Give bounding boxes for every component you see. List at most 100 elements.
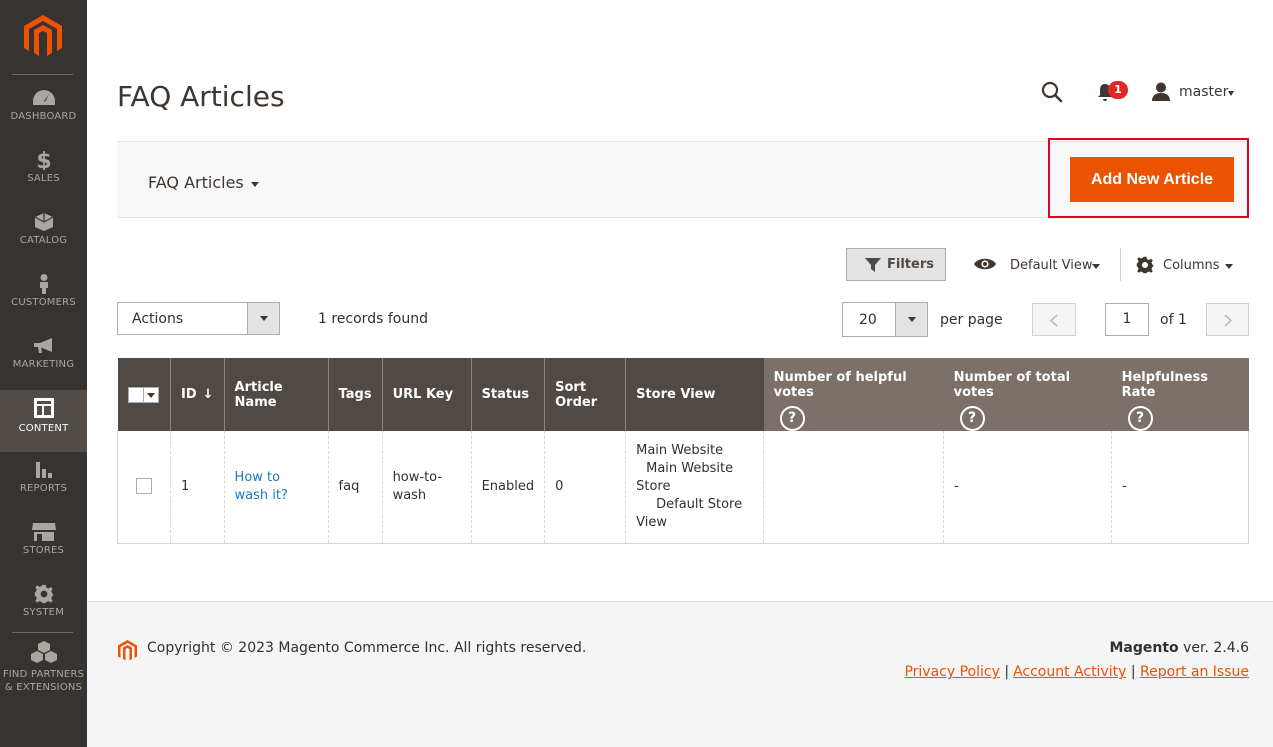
sidebar-item-customers[interactable]: CUSTOMERS [0,274,87,336]
previous-page-button[interactable] [1032,303,1076,336]
account-activity-link[interactable]: Account Activity [1013,664,1126,680]
cell-id: 1 [170,431,225,544]
layout-icon [33,398,54,418]
eye-icon[interactable] [973,257,997,271]
user-menu-name[interactable]: master [1179,84,1228,100]
dropdown-toggle[interactable] [895,303,927,336]
chevron-down-icon [146,392,155,398]
sidebar-item-label: & EXTENSIONS [4,682,83,693]
column-header-id[interactable]: ID ↓ [170,358,225,431]
sidebar-divider [12,632,73,633]
boxes-icon [30,641,57,663]
column-header-sort-order[interactable]: Sort Order [544,358,626,431]
grid-header-row: ID ↓ Article Name Tags URL Key Status Sor… [117,358,1249,431]
gear-icon [34,584,53,604]
gear-icon[interactable] [1136,256,1154,274]
magento-logo [118,640,137,661]
cell-helpful-votes [763,431,944,544]
page-footer: Copyright © 2023 Magento Commerce Inc. A… [87,601,1273,747]
page-total: of 1 [1160,312,1187,328]
filters-label: Filters [887,257,934,272]
cell-helpfulness-rate: - [1111,431,1249,544]
dashboard-icon [32,90,55,105]
sidebar-item-sales[interactable]: $ SALES [0,150,87,212]
cell-tags: faq [327,431,383,544]
chevron-down-icon[interactable] [1225,264,1233,269]
svg-text:$: $ [36,150,51,170]
column-header-total-votes: Number of total votes ? [943,358,1112,431]
sidebar-item-content[interactable]: CONTENT [0,390,87,452]
cube-icon [34,213,53,231]
column-header-label: Number of total votes [953,370,1071,400]
column-header-label: Helpfulness Rate [1121,370,1208,400]
faq-articles-grid: ID ↓ Article Name Tags URL Key Status Sor… [117,358,1249,544]
megaphone-icon [33,338,52,353]
sidebar-item-dashboard[interactable]: DASHBOARD [0,88,87,150]
column-header-helpful-votes: Number of helpful votes ? [763,358,944,431]
filter-icon [865,258,881,272]
store-switcher[interactable]: FAQ Articles [148,173,244,192]
column-header-tags[interactable]: Tags [327,358,383,431]
default-view-dropdown[interactable]: Default View [1010,258,1092,273]
column-header-store-view[interactable]: Store View [625,358,764,431]
sidebar-item-marketing[interactable]: MARKETING [0,336,87,398]
help-icon[interactable]: ? [959,406,985,431]
cell-store-view: Main Website Main Website Store Default … [625,431,764,544]
per-page-value: 20 [859,312,877,328]
sidebar-item-system[interactable]: SYSTEM [0,584,87,646]
user-icon[interactable] [1151,82,1171,102]
filters-button[interactable]: Filters [846,248,946,281]
sidebar-item-label: CONTENT [18,423,69,434]
dropdown-toggle[interactable] [247,303,279,334]
page-number-input[interactable]: 1 [1105,303,1149,336]
report-issue-link[interactable]: Report an Issue [1140,664,1249,680]
row-select-cell [117,431,171,544]
column-header-status[interactable]: Status [470,358,545,431]
sidebar-item-reports[interactable]: REPORTS [0,460,87,522]
cell-article-name: How to wash it? [223,431,329,544]
store-view-storeview: Default Store View [636,496,743,530]
page-title: FAQ Articles [117,80,285,113]
store-icon [31,523,56,541]
help-icon[interactable]: ? [1127,406,1153,431]
notification-count-badge[interactable]: 1 [1108,81,1128,99]
cell-url-key: how-to-wash [381,431,472,544]
article-name-link[interactable]: How to wash it? [235,470,288,503]
mass-select-checkbox[interactable] [127,386,159,403]
footer-links: Privacy Policy | Account Activity | Repor… [904,664,1249,680]
table-row[interactable]: 1 How to wash it? faq how-to-wash Enable… [117,431,1249,544]
privacy-policy-link[interactable]: Privacy Policy [904,664,999,680]
columns-dropdown[interactable]: Columns [1163,258,1220,273]
chevron-down-icon[interactable] [1092,264,1100,269]
mass-select-header [117,358,171,431]
next-page-button[interactable] [1206,303,1249,336]
column-header-article-name[interactable]: Article Name [223,358,329,431]
sort-arrow-icon: ↓ [202,387,214,402]
records-found-count: 1 records found [318,311,428,327]
add-new-article-button[interactable]: Add New Article [1070,157,1234,202]
mass-actions-label: Actions [132,311,184,327]
cell-total-votes: - [943,431,1112,544]
sidebar-item-label: SALES [27,173,60,184]
person-icon [39,274,48,294]
store-view-store: Main Website Store [636,460,734,494]
cell-sort-order: 0 [544,431,626,544]
brand-name: Magento [1109,640,1179,656]
sidebar-item-stores[interactable]: STORES [0,522,87,584]
per-page-select[interactable]: 20 [842,302,928,337]
sidebar-item-label: MARKETING [12,359,75,370]
sidebar-item-partners[interactable]: FIND PARTNERS & EXTENSIONS [0,640,87,694]
search-icon[interactable] [1041,81,1063,103]
sidebar-item-catalog[interactable]: CATALOG [0,212,87,274]
toolbar-divider [1120,248,1121,281]
per-page-label: per page [940,312,1003,328]
row-checkbox[interactable] [136,478,152,495]
column-header-helpfulness-rate: Helpfulness Rate ? [1111,358,1249,431]
chevron-down-icon[interactable] [251,182,259,187]
magento-logo[interactable] [24,15,62,59]
column-header-url-key[interactable]: URL Key [381,358,472,431]
chevron-down-icon[interactable] [1228,91,1234,96]
mass-actions-select[interactable]: Actions [117,302,280,335]
sidebar-item-label: SYSTEM [22,607,65,618]
help-icon[interactable]: ? [779,406,805,431]
